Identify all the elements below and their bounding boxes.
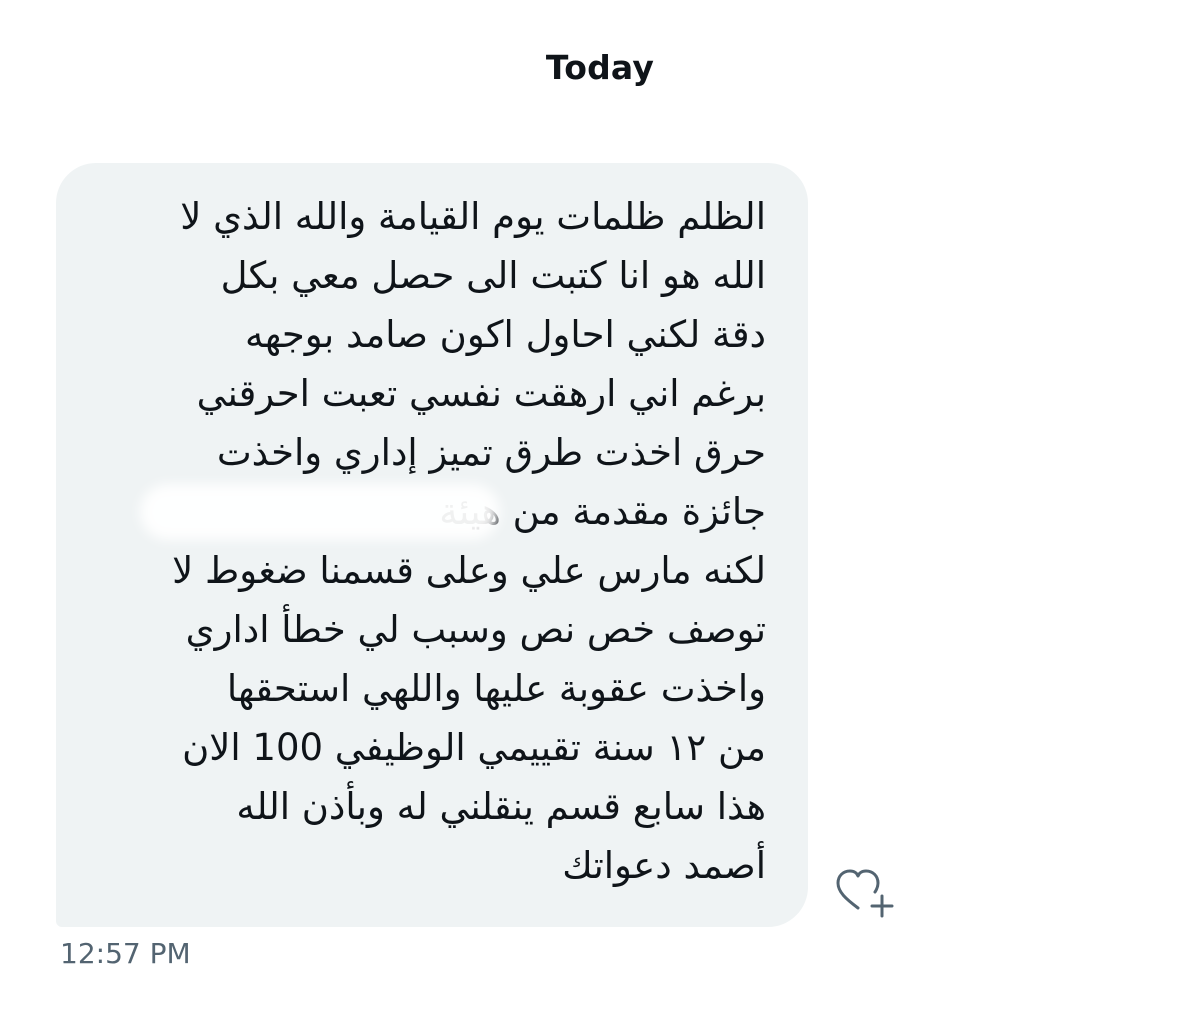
message-line: أصمد دعواتك — [562, 844, 766, 887]
message-line: الله هو انا كتبت الى حصل معي بكل — [220, 254, 766, 297]
message-line: لكنه مارس علي وعلى قسمنا ضغوط لا — [172, 549, 766, 592]
redaction-blur — [140, 484, 500, 540]
message-line: واخذت عقوبة عليها واللهي استحقها — [226, 667, 766, 710]
message-line: من ١٢ سنة تقييمي الوظيفي 100 الان — [182, 726, 766, 769]
message-line: الظلم ظلمات يوم القيامة والله الذي لا — [180, 195, 766, 238]
dm-conversation-view: Today الظلم ظلمات يوم القيامة والله الذي… — [0, 0, 1200, 1009]
message-line: توصف خص نص وسبب لي خطأ اداري — [185, 608, 766, 651]
message-timestamp: 12:57 PM — [60, 937, 191, 970]
date-divider: Today — [545, 48, 655, 87]
message-line: هذا سابع قسم ينقلني له وبأذن الله — [236, 785, 766, 828]
message-line: برغم اني ارهقت نفسي تعبت احرقني — [196, 372, 766, 415]
message-line: دقة لكني احاول اكون صامد بوجهه — [245, 313, 766, 356]
message-bubble[interactable]: الظلم ظلمات يوم القيامة والله الذي لا ال… — [56, 163, 808, 927]
message-line: حرق اخذت طرق تميز إداري واخذت — [216, 431, 766, 474]
add-reaction-button[interactable] — [832, 862, 904, 926]
heart-plus-icon — [836, 869, 894, 918]
